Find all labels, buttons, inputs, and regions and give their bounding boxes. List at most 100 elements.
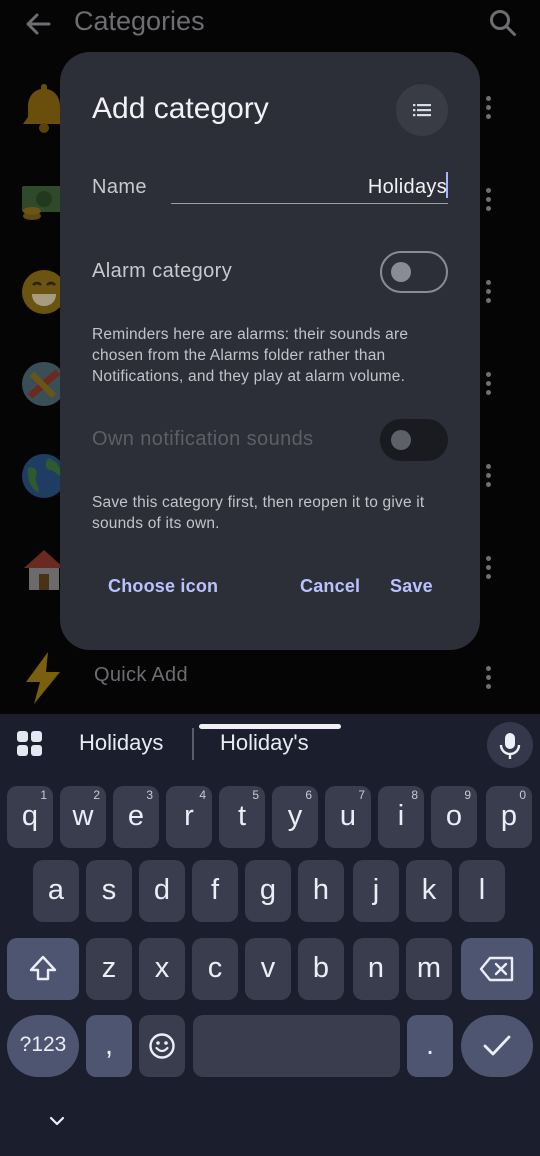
soft-keyboard: Holidays Holiday's q1 w2 e3 r4 t5 y6 u7 … <box>0 714 540 1156</box>
app-bar: Categories <box>0 0 540 52</box>
more-options-icon[interactable] <box>483 280 493 306</box>
more-options-icon[interactable] <box>483 372 493 398</box>
key-c[interactable]: c <box>192 938 238 1000</box>
key-hint: 0 <box>519 788 526 802</box>
key-p[interactable]: p0 <box>486 786 532 848</box>
key-z[interactable]: z <box>86 938 132 1000</box>
key-n[interactable]: n <box>353 938 399 1000</box>
key-x[interactable]: x <box>139 938 185 1000</box>
key-e[interactable]: e3 <box>113 786 159 848</box>
key-label: p <box>500 800 518 832</box>
lightning-icon <box>26 652 60 704</box>
key-r[interactable]: r4 <box>166 786 212 848</box>
page-title: Categories <box>74 6 205 36</box>
key-a[interactable]: a <box>33 860 79 922</box>
key-g[interactable]: g <box>245 860 291 922</box>
key-hint: 1 <box>40 788 47 802</box>
name-value: Holidays <box>367 176 447 198</box>
add-category-dialog: Add category Name Holidays Alarm categor… <box>60 52 480 650</box>
key-d[interactable]: d <box>139 860 185 922</box>
symbols-key[interactable]: ?123 <box>7 1015 79 1077</box>
key-label: e <box>127 800 145 832</box>
key-hint: 8 <box>411 788 418 802</box>
category-label: Quick Add <box>94 664 188 686</box>
key-k[interactable]: k <box>406 860 452 922</box>
name-label: Name <box>92 176 147 198</box>
more-options-icon[interactable] <box>483 666 493 692</box>
voice-input-button[interactable] <box>487 722 533 768</box>
key-o[interactable]: o9 <box>431 786 477 848</box>
key-q[interactable]: q1 <box>7 786 53 848</box>
emoji-icon <box>149 1033 175 1059</box>
key-b[interactable]: b <box>298 938 344 1000</box>
period-key[interactable]: . <box>407 1015 453 1077</box>
suggestion-1[interactable]: Holidays <box>79 730 163 756</box>
key-t[interactable]: t5 <box>219 786 265 848</box>
dialog-title: Add category <box>92 92 269 125</box>
more-options-icon[interactable] <box>483 464 493 490</box>
key-label: y <box>287 800 303 832</box>
more-options-icon[interactable] <box>483 96 493 122</box>
key-w[interactable]: w2 <box>60 786 106 848</box>
list-button[interactable] <box>396 84 448 136</box>
key-label: q <box>21 800 39 832</box>
key-h[interactable]: h <box>298 860 344 922</box>
key-hint: 7 <box>358 788 365 802</box>
alarm-category-toggle[interactable] <box>380 251 448 293</box>
space-key[interactable] <box>193 1015 400 1077</box>
key-s[interactable]: s <box>86 860 132 922</box>
key-v[interactable]: v <box>245 938 291 1000</box>
shift-key[interactable] <box>7 938 79 1000</box>
more-options-icon[interactable] <box>483 188 493 214</box>
key-label: u <box>339 800 357 832</box>
key-l[interactable]: l <box>459 860 505 922</box>
key-hint: 6 <box>305 788 312 802</box>
key-i[interactable]: i8 <box>378 786 424 848</box>
emoji-key[interactable] <box>139 1015 185 1077</box>
key-y[interactable]: y6 <box>272 786 318 848</box>
key-m[interactable]: m <box>406 938 452 1000</box>
comma-key[interactable]: , <box>86 1015 132 1077</box>
toggle-knob <box>391 430 411 450</box>
more-options-icon[interactable] <box>483 556 493 582</box>
own-sounds-description: Save this category first, then reopen it… <box>92 494 425 532</box>
own-sounds-label: Own notification sounds <box>92 428 314 450</box>
key-label: r <box>184 800 194 832</box>
list-icon <box>413 104 431 117</box>
backspace-icon <box>479 956 514 982</box>
alarm-category-label: Alarm category <box>92 260 233 282</box>
grid-icon[interactable] <box>17 731 43 757</box>
choose-icon-button[interactable]: Choose icon <box>108 576 218 597</box>
arrow-left-icon[interactable] <box>22 8 54 40</box>
microphone-icon <box>499 733 521 759</box>
checkmark-icon <box>483 1035 511 1056</box>
save-button[interactable]: Save <box>390 576 433 597</box>
suggestion-2[interactable]: Holiday's <box>220 730 309 756</box>
alarm-description: Reminders here are alarms: their sounds … <box>92 326 409 385</box>
key-label: w <box>72 800 94 832</box>
key-hint: 4 <box>199 788 206 802</box>
name-input[interactable]: Holidays <box>171 170 448 204</box>
key-hint: 2 <box>93 788 100 802</box>
key-hint: 3 <box>146 788 153 802</box>
backspace-key[interactable] <box>461 938 533 1000</box>
key-j[interactable]: j <box>353 860 399 922</box>
suggestion-bar: Holidays Holiday's <box>0 714 540 774</box>
home-indicator[interactable] <box>199 724 341 729</box>
key-f[interactable]: f <box>192 860 238 922</box>
cancel-button[interactable]: Cancel <box>300 576 360 597</box>
own-sounds-toggle <box>380 419 448 461</box>
key-hint: 5 <box>252 788 259 802</box>
key-label: i <box>397 800 405 832</box>
key-label: o <box>445 800 463 832</box>
key-label: t <box>237 800 247 832</box>
enter-key[interactable] <box>461 1015 533 1077</box>
text-caret <box>446 172 448 198</box>
shift-icon <box>29 955 57 981</box>
chevron-down-icon[interactable] <box>48 1112 66 1130</box>
toggle-knob <box>391 262 411 282</box>
key-hint: 9 <box>464 788 471 802</box>
suggestion-divider <box>192 728 194 760</box>
key-u[interactable]: u7 <box>325 786 371 848</box>
search-icon[interactable] <box>488 8 518 38</box>
